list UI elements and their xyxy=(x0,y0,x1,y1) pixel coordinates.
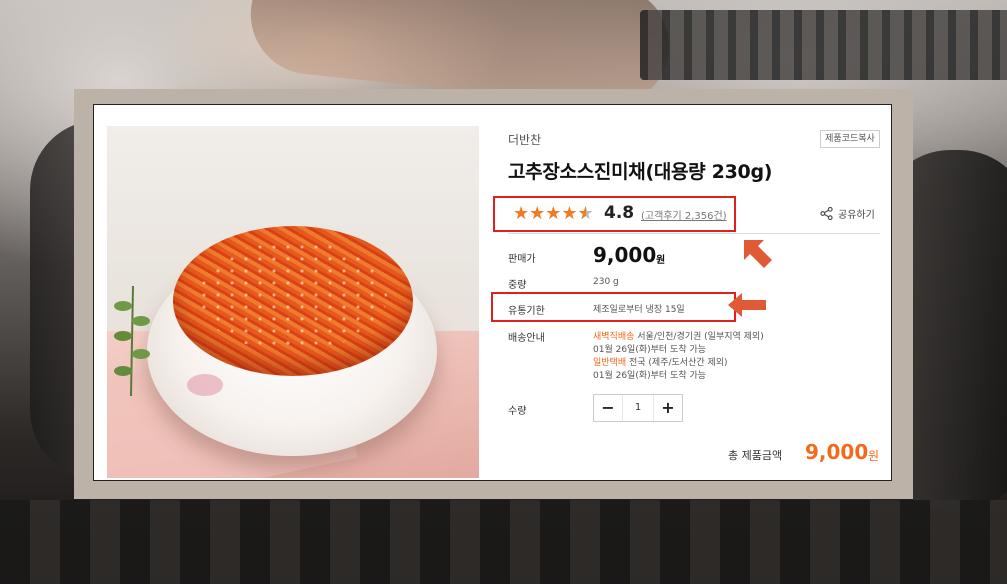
weight-label: 중량 xyxy=(508,280,527,291)
parcel-delivery-date: 01월 26일(화)부터 도착 가능 xyxy=(593,371,707,381)
weight-value: 230 g xyxy=(593,277,619,287)
quantity-label: 수량 xyxy=(508,406,527,417)
annotation-arrow-icon xyxy=(728,293,766,317)
product-title: 고추장소스진미채(대용량 230g) xyxy=(508,161,773,183)
review-count-link[interactable]: (고객후기 2,356건) xyxy=(641,207,727,222)
half-star-icon: ★ xyxy=(578,203,594,224)
share-icon xyxy=(820,207,833,220)
total-unit: 원 xyxy=(868,449,880,463)
total-label: 총 제품금액 xyxy=(728,449,783,462)
shipping-label: 배송안내 xyxy=(508,333,545,344)
star-icon: ★★★★ xyxy=(513,203,578,224)
dawn-delivery-area: 서울/인천/경기권 (일부지역 제외) xyxy=(634,332,764,342)
rating-score: 4.8 xyxy=(604,203,635,223)
copy-product-code-button[interactable]: 제품코드복사 xyxy=(820,130,880,148)
dawn-delivery-line: 새벽직배송 서울/인천/경기권 (일부지역 제외) xyxy=(593,329,764,342)
brand-name[interactable]: 더반찬 xyxy=(508,131,541,148)
price-unit: 원 xyxy=(656,255,666,266)
share-button[interactable]: 공유하기 xyxy=(820,206,875,221)
expiry-label: 유통기한 xyxy=(508,306,545,317)
quantity-stepper: − 1 + xyxy=(593,394,683,422)
parcel-delivery-line: 일반택배 전국 (제주/도서산간 제외) xyxy=(593,355,728,368)
background-stove-rails xyxy=(0,500,1007,584)
product-image xyxy=(107,126,479,478)
price-label: 판매가 xyxy=(508,254,536,265)
quantity-minus-button[interactable]: − xyxy=(594,395,622,421)
parcel-delivery-name: 일반택배 xyxy=(593,358,627,368)
dawn-delivery-name: 새벽직배송 xyxy=(593,332,635,342)
dawn-delivery-date: 01월 26일(화)부터 도착 가능 xyxy=(593,345,707,355)
price-value: 9,000 xyxy=(593,243,657,267)
total-price: 9,000 xyxy=(805,440,869,464)
star-rating: ★★★★★ xyxy=(513,203,594,224)
bowl-flower-pattern xyxy=(187,374,223,396)
parcel-delivery-area: 전국 (제주/도서산간 제외) xyxy=(626,358,728,368)
divider xyxy=(508,233,880,234)
herb-leaf-icon xyxy=(114,285,150,396)
quantity-plus-button[interactable]: + xyxy=(654,395,682,421)
share-label: 공유하기 xyxy=(838,210,875,221)
background-stove-grate xyxy=(640,10,1007,80)
sesame-seeds xyxy=(197,241,387,351)
expiry-value: 제조일로부터 냉장 15일 xyxy=(593,305,685,315)
quantity-input[interactable]: 1 xyxy=(622,395,654,421)
annotation-arrow-icon xyxy=(744,240,772,268)
